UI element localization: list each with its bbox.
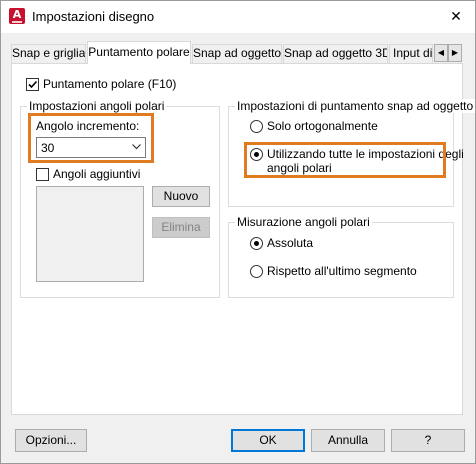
additional-angles-label: Angoli aggiuntivi xyxy=(53,167,141,181)
tab-3d-object-snap[interactable]: Snap ad oggetto 3D xyxy=(283,44,388,64)
absolute-radio[interactable] xyxy=(250,237,263,250)
tab-strip: Snap e griglia Puntamento polare Snap ad… xyxy=(11,41,463,64)
tab-scroll-left-button[interactable]: ◀ xyxy=(434,44,448,62)
polar-angles-group-title: Impostazioni angoli polari xyxy=(27,99,167,113)
relative-last-segment-label: Rispetto all'ultimo segmento xyxy=(267,264,417,278)
increment-angle-label: Angolo incremento: xyxy=(36,119,140,133)
all-polar-settings-radio[interactable] xyxy=(250,148,263,161)
arrow-right-icon: ▶ xyxy=(451,48,459,57)
app-icon-letter: A xyxy=(12,8,22,21)
additional-angles-list[interactable] xyxy=(36,186,144,282)
all-polar-settings-label-line2: angoli polari xyxy=(267,161,332,175)
tab-scroll-right-button[interactable]: ▶ xyxy=(448,44,462,62)
chevron-down-icon xyxy=(132,144,141,150)
options-button[interactable]: Opzioni... xyxy=(15,429,87,452)
angle-measurement-group: Misurazione angoli polari xyxy=(228,215,454,298)
orthogonal-only-radio[interactable] xyxy=(250,120,263,133)
orthogonal-only-label: Solo ortogonalmente xyxy=(267,119,378,133)
snap-tracking-group-title: Impostazioni di puntamento snap ad ogget… xyxy=(235,99,476,113)
radio-selected-dot xyxy=(254,241,259,246)
polar-tracking-label: Puntamento polare (F10) xyxy=(43,77,177,91)
relative-last-segment-radio[interactable] xyxy=(250,265,263,278)
increment-angle-select[interactable]: 30 xyxy=(36,137,146,158)
help-button[interactable]: ? xyxy=(391,429,465,452)
angle-measurement-group-title: Misurazione angoli polari xyxy=(235,215,372,229)
new-angle-button[interactable]: Nuovo xyxy=(152,186,210,207)
absolute-label: Assoluta xyxy=(267,236,314,250)
tab-object-snap[interactable]: Snap ad oggetto xyxy=(192,44,282,64)
ok-button[interactable]: OK xyxy=(231,429,305,452)
checkmark-icon xyxy=(28,80,38,89)
all-polar-settings-label-line1: Utilizzando tutte le impostazioni degli xyxy=(267,147,464,161)
additional-angles-checkbox[interactable] xyxy=(36,168,49,181)
dialog-window: A Impostazioni disegno ✕ Snap e griglia … xyxy=(0,0,476,464)
polar-tracking-checkbox[interactable] xyxy=(26,78,39,91)
autocad-app-icon: A xyxy=(9,8,25,24)
tab-snap-grid[interactable]: Snap e griglia xyxy=(11,44,86,64)
arrow-left-icon: ◀ xyxy=(437,48,445,57)
polar-tracking-panel: Puntamento polare (F10) Impostazioni ang… xyxy=(11,63,476,415)
window-title: Impostazioni disegno xyxy=(32,9,155,24)
cancel-button[interactable]: Annulla xyxy=(311,429,385,452)
increment-angle-value: 30 xyxy=(41,141,55,155)
tab-dynamic-input[interactable]: Input dina xyxy=(389,44,433,64)
tab-polar-tracking[interactable]: Puntamento polare xyxy=(87,41,191,64)
title-bar[interactable]: A Impostazioni disegno ✕ xyxy=(1,1,475,33)
radio-selected-dot xyxy=(254,152,259,157)
close-button[interactable]: ✕ xyxy=(443,5,469,27)
delete-angle-button[interactable]: Elimina xyxy=(152,217,210,238)
